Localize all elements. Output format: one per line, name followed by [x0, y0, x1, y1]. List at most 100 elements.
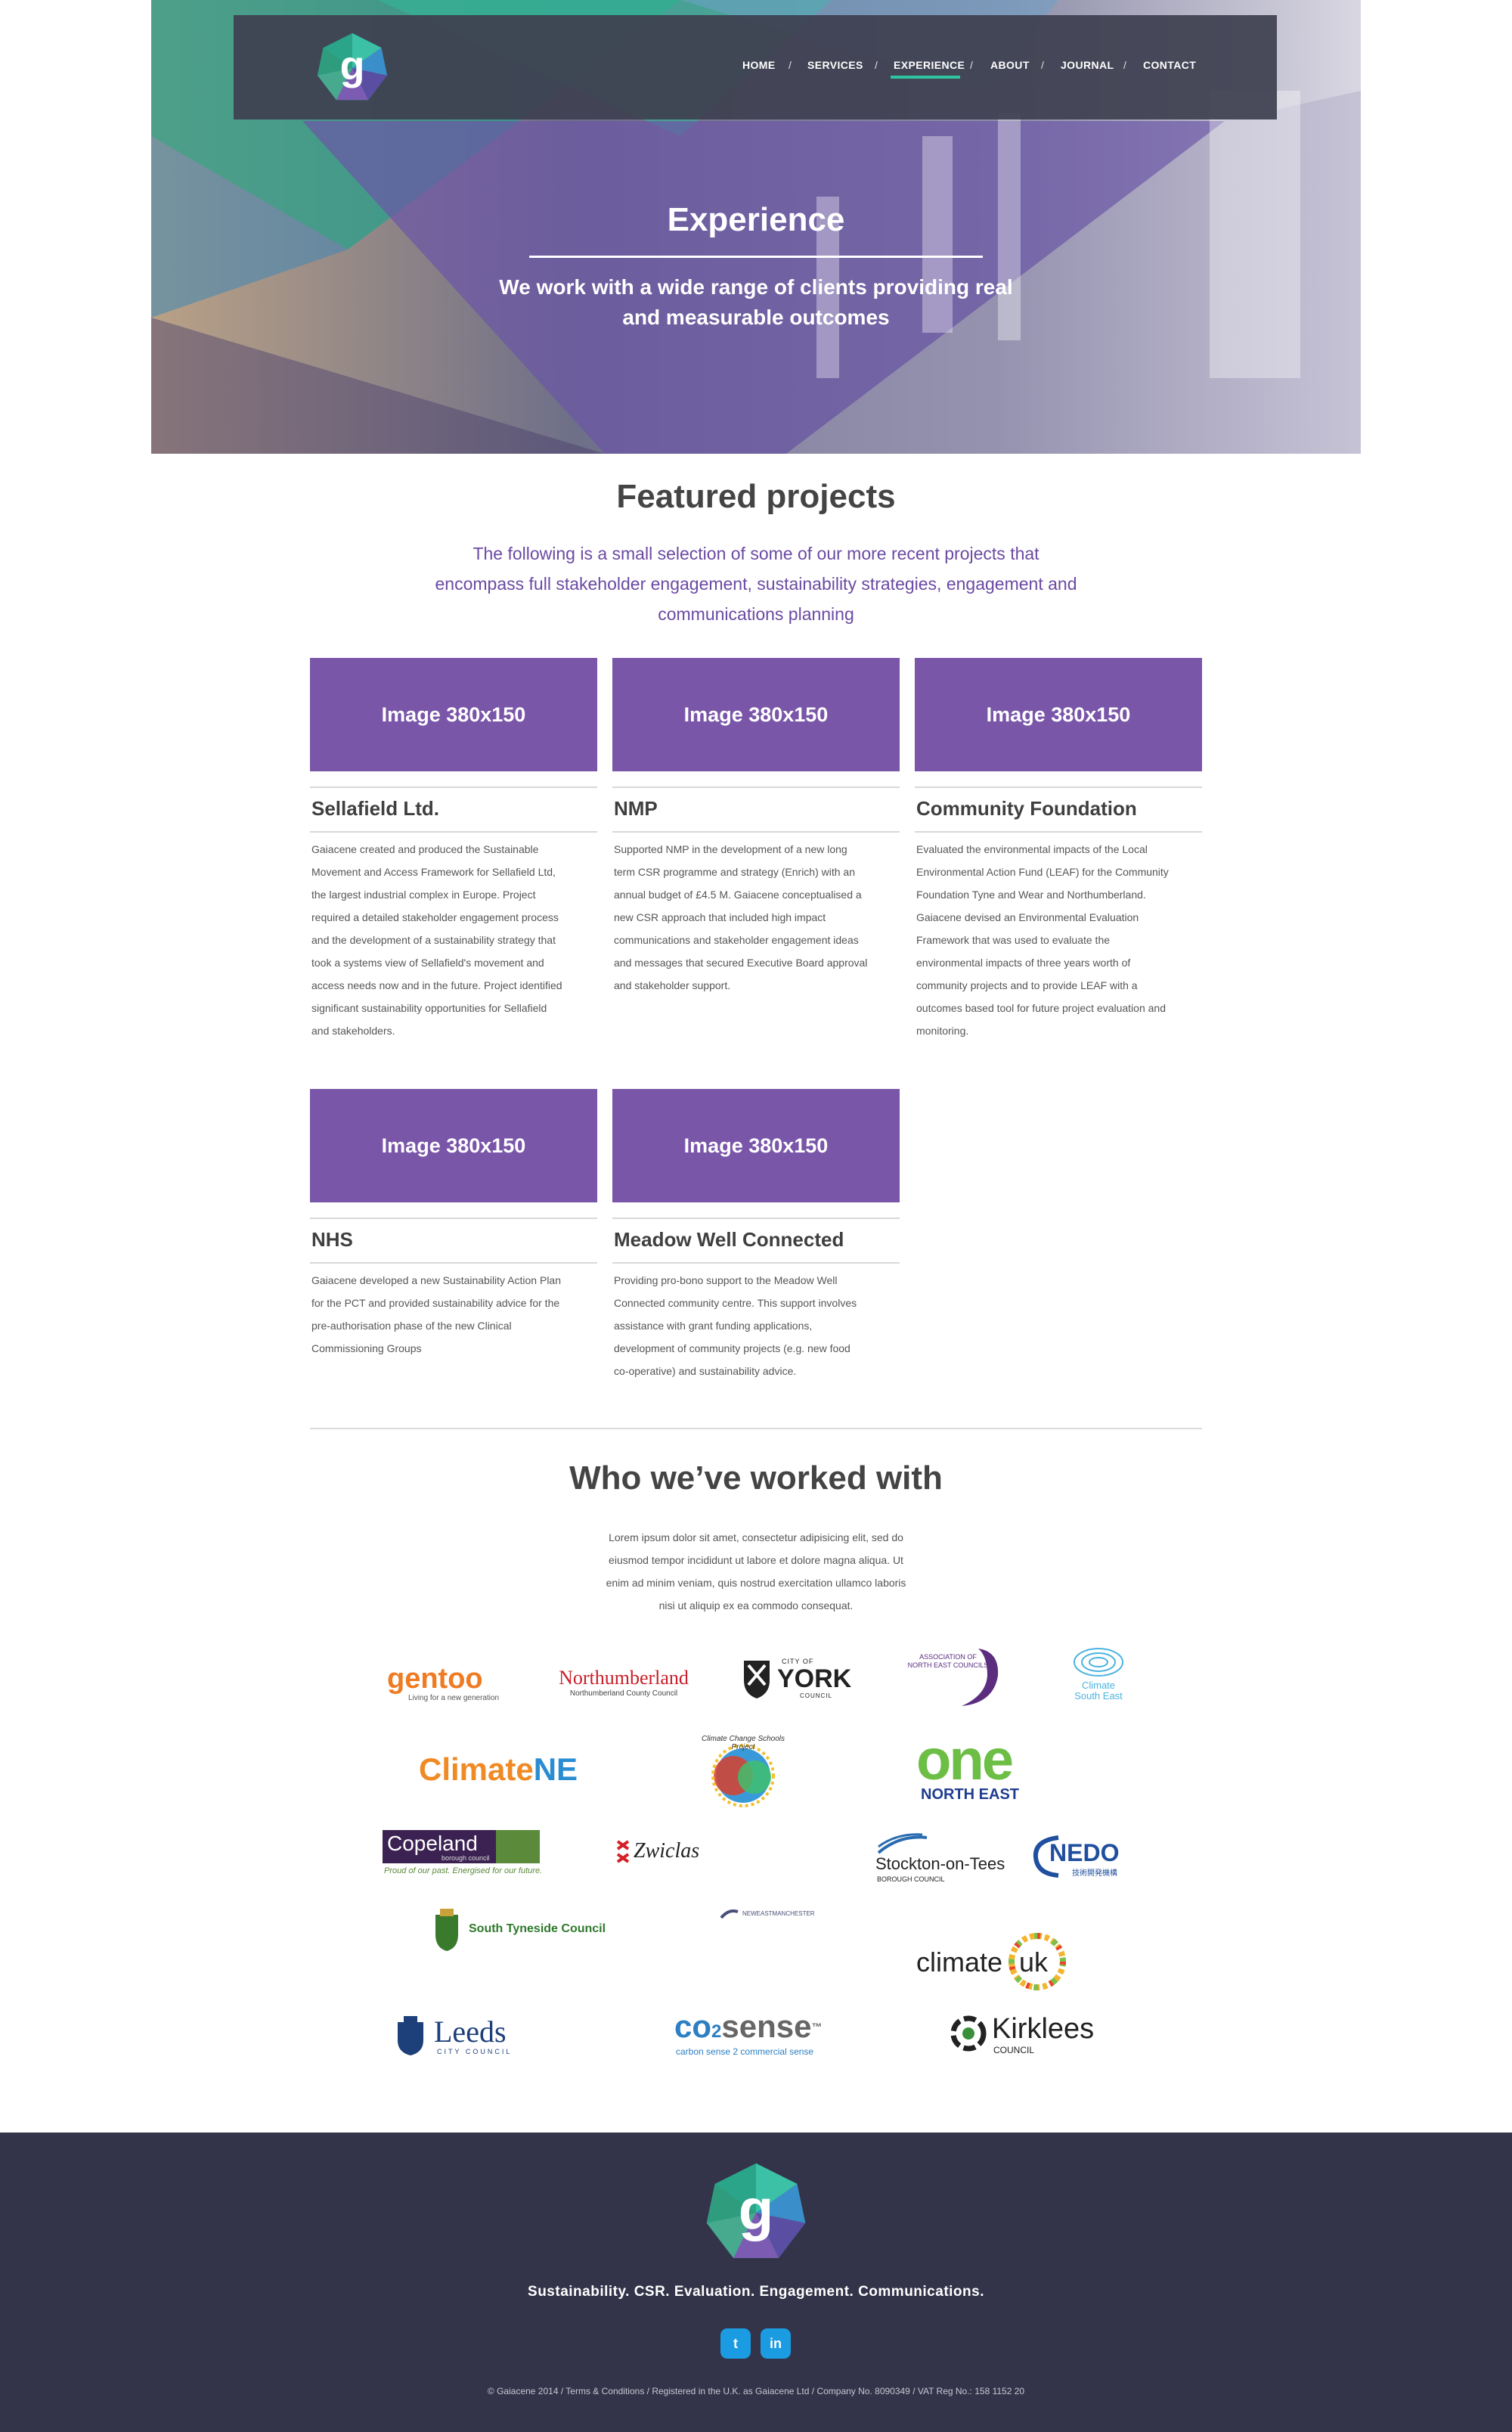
text-line: monitoring.: [916, 1025, 969, 1037]
stockton-logo: Stockton-on-Tees BOROUGH COUNCIL: [875, 1833, 1005, 1888]
south-tyneside-logo: South Tyneside Council: [432, 1907, 606, 1954]
text-line: Gaiacene created and produced the Sustai…: [311, 843, 539, 855]
project-image-nhs[interactable]: Image 380x150: [310, 1089, 597, 1202]
anec-line: NORTH EAST COUNCILS: [907, 1661, 989, 1669]
hero-divider: [529, 256, 983, 258]
nav-about[interactable]: ABOUT: [990, 59, 1030, 71]
nav-separator: /: [1123, 59, 1126, 71]
clients-heading: Who we’ve worked with: [569, 1460, 943, 1497]
co2sense-wordmark: co2sense™: [674, 2009, 822, 2050]
footer-gaiacene-logo[interactable]: g: [705, 2161, 807, 2264]
project-title-community-foundation[interactable]: Community Foundation: [915, 797, 1204, 820]
leeds-tagline: CITY COUNCIL: [437, 2048, 513, 2055]
project-image-nmp[interactable]: Image 380x150: [612, 658, 900, 771]
co2sense-tagline: carbon sense 2 commercial sense: [676, 2046, 814, 2057]
climate-uk-logo: climate uk: [915, 1930, 1072, 1993]
nav-services[interactable]: SERVICES: [807, 59, 863, 71]
project-title-sellafield[interactable]: Sellafield Ltd.: [310, 797, 599, 820]
project-divider: [310, 786, 597, 788]
text-line: environmental impacts of three years wor…: [916, 957, 1131, 969]
nav-separator: /: [875, 59, 878, 71]
kirklees-tagline: COUNCIL: [993, 2045, 1035, 2055]
project-description-meadow-well: Providing pro-bono support to the Meadow…: [612, 1269, 900, 1382]
kirklees-wordmark: Kirklees: [992, 2013, 1095, 2045]
footer-logo-letter: g: [739, 2178, 774, 2242]
nedo-logo: NEDO 技術開発機構: [1031, 1833, 1129, 1881]
new-east-manchester-logo: NEWEASTMANCHESTER: [720, 1907, 818, 1922]
text-line: and the development of a sustainability …: [311, 934, 556, 946]
new-east-manchester-swoosh-icon: [720, 1909, 739, 1919]
stockton-wave-icon: [877, 1833, 928, 1854]
project-title-meadow-well[interactable]: Meadow Well Connected: [612, 1228, 901, 1252]
nedo-wordmark: NEDO: [1049, 1839, 1120, 1866]
project-title-nmp[interactable]: NMP: [612, 797, 901, 820]
gaiacene-logo[interactable]: g: [316, 32, 389, 104]
schools-project-logo: Climate Change Schools Project: [686, 1735, 800, 1810]
project-image-meadow-well[interactable]: Image 380x150: [612, 1089, 900, 1202]
copeland-tagline: Proud of our past. Energised for our fut…: [384, 1866, 543, 1875]
nav-home[interactable]: HOME: [742, 59, 776, 71]
text-line: eiusmod tempor incididunt ut labore et d…: [609, 1554, 903, 1566]
nav-journal[interactable]: JOURNAL: [1061, 59, 1114, 71]
anec-line: ASSOCIATION OF: [919, 1653, 977, 1661]
zwiclas-wordmark: Zwiclas: [634, 1839, 700, 1863]
stockton-wordmark: Stockton-on-Tees: [875, 1854, 1005, 1873]
project-image-sellafield[interactable]: Image 380x150: [310, 658, 597, 771]
co2sense-word-co: co: [674, 2009, 712, 2044]
text-line: took a systems view of Sellafield's move…: [311, 957, 544, 969]
co2sense-tm: ™: [811, 2021, 823, 2033]
nav-experience[interactable]: EXPERIENCE: [894, 59, 965, 71]
anec-logo: ASSOCIATION OF NORTH EAST COUNCILS: [903, 1643, 1005, 1711]
new-east-manchester-wordmark: NEWEASTMANCHESTER: [742, 1910, 815, 1917]
twitter-icon[interactable]: t: [720, 2328, 751, 2359]
nav-separator: /: [970, 59, 973, 71]
text-line: and stakeholder support.: [614, 979, 731, 991]
project-divider: [310, 1262, 597, 1264]
text-line: for the PCT and provided sustainability …: [311, 1297, 560, 1309]
schools-project-text: Climate Change Schools Project: [701, 1735, 785, 1751]
text-line: co-operative) and sustainability advice.: [614, 1365, 797, 1377]
featured-intro-line: encompass full stakeholder engagement, s…: [435, 574, 1077, 594]
footer-tagline: Sustainability. CSR. Evaluation. Engagem…: [528, 2284, 984, 2300]
text-line: Movement and Access Framework for Sellaf…: [311, 866, 556, 878]
project-divider: [612, 1218, 900, 1219]
northumberland-logo: Northumberland Northumberland County Cou…: [541, 1667, 706, 1698]
section-divider: [310, 1428, 1202, 1429]
climatene-logo: ClimateNE: [419, 1751, 578, 1788]
project-divider: [612, 1262, 900, 1264]
leeds-logo: Leeds CITY COUNCIL: [392, 2015, 528, 2060]
stockton-tagline: BOROUGH COUNCIL: [877, 1875, 945, 1883]
copeland-wordmark: Copeland: [387, 1832, 478, 1855]
featured-intro-line: communications planning: [658, 604, 854, 624]
text-line: new CSR approach that included high impa…: [614, 911, 826, 923]
text-line: community projects and to provide LEAF w…: [916, 979, 1138, 991]
project-description-nhs: Gaiacene developed a new Sustainability …: [310, 1269, 597, 1360]
project-divider: [612, 786, 900, 788]
featured-projects-heading: Featured projects: [616, 478, 896, 515]
co2sense-logo: co2sense™ carbon sense 2 commercial sens…: [673, 2009, 854, 2061]
kirklees-spiral-icon: [950, 2015, 987, 2052]
copeland-logo: Copeland borough council Proud of our pa…: [383, 1830, 543, 1883]
south-tyneside-crest-icon: [435, 1909, 458, 1951]
nav-contact[interactable]: CONTACT: [1143, 59, 1196, 71]
project-description-nmp: Supported NMP in the development of a ne…: [612, 838, 900, 997]
climate-south-east-logo: Climate South East: [1064, 1646, 1132, 1714]
text-line: nisi ut aliquip ex ea commodo consequat.: [658, 1599, 854, 1612]
gentoo-tagline: Living for a new generation: [408, 1694, 500, 1702]
text-line: access needs now and in the future. Proj…: [311, 979, 562, 991]
climatene-wordmark-part: Climate: [419, 1751, 534, 1787]
project-title-nhs[interactable]: NHS: [310, 1228, 599, 1252]
linkedin-icon[interactable]: in: [761, 2328, 791, 2359]
project-image-community-foundation[interactable]: Image 380x150: [915, 658, 1202, 771]
text-line: required a detailed stakeholder engageme…: [311, 911, 559, 923]
hero-subtitle-line: We work with a wide range of clients pro…: [499, 275, 1013, 299]
project-divider: [612, 831, 900, 833]
featured-intro: The following is a small selection of so…: [393, 538, 1119, 629]
nav-separator: /: [1041, 59, 1044, 71]
text-line: assistance with grant funding applicatio…: [614, 1320, 813, 1332]
text-line: Supported NMP in the development of a ne…: [614, 843, 847, 855]
clients-intro: Lorem ipsum dolor sit amet, consectetur …: [575, 1526, 937, 1617]
zwiclas-cross-icon: [616, 1840, 630, 1863]
text-line: term CSR programme and strategy (Enrich)…: [614, 866, 855, 878]
project-divider: [310, 831, 597, 833]
